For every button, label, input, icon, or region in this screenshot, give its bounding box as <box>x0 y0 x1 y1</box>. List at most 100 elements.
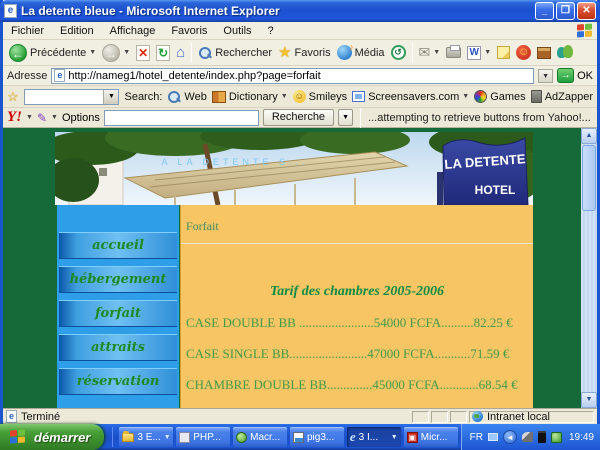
network-tray-icon[interactable] <box>521 432 533 442</box>
research-button[interactable] <box>534 41 554 65</box>
companion-separator <box>360 107 362 128</box>
title-bar[interactable]: e La detente bleue - Microsoft Internet … <box>0 0 600 22</box>
task-button-image[interactable]: pig3... <box>289 427 344 447</box>
companion-search-input[interactable] <box>103 109 259 126</box>
hide-icons-chevron[interactable]: ◄ <box>502 430 517 444</box>
display-tray-icon[interactable] <box>487 433 498 441</box>
status-panel <box>412 410 429 423</box>
address-dropdown-icon[interactable]: ▼ <box>538 68 554 83</box>
address-bar: Adresse e http://nameg1/hotel_detente/in… <box>3 66 597 86</box>
back-dropdown-icon[interactable]: ▼ <box>89 49 96 56</box>
web-search-icon <box>167 90 181 104</box>
bookmark-star-icon[interactable]: ☆ <box>7 89 19 105</box>
options-dropdown-icon[interactable]: ▼ <box>51 114 58 121</box>
media-button[interactable]: ♪ Média <box>334 41 388 65</box>
antivirus-tray-icon[interactable] <box>550 431 562 443</box>
sidebar-item-attraits[interactable]: attraits <box>59 334 177 361</box>
screensavers-dropdown-icon[interactable]: ▼ <box>462 93 469 100</box>
macromedia-icon <box>236 431 248 443</box>
menu-outils[interactable]: Outils <box>215 22 259 39</box>
search-prefix-label: Search: <box>124 90 163 103</box>
content-divider <box>181 243 533 244</box>
start-button[interactable]: démarrer <box>0 424 105 450</box>
notes-button[interactable] <box>494 41 513 65</box>
task-button-php[interactable]: PHP... <box>176 427 231 447</box>
close-button[interactable]: ✕ <box>577 2 596 20</box>
yahoo-search-input[interactable]: ▼ <box>23 88 120 105</box>
menu-help[interactable]: ? <box>260 22 282 39</box>
device-tray-icon[interactable] <box>537 431 546 443</box>
forward-button[interactable]: → ▼ <box>99 41 133 65</box>
scroll-down-icon[interactable]: ▼ <box>581 392 597 408</box>
mail-icon: ✉ <box>418 44 431 60</box>
sidebar-item-accueil[interactable]: accueil <box>59 232 177 259</box>
task-button-ie-group[interactable]: e 3 I... ▼ <box>346 427 401 447</box>
print-button[interactable] <box>443 41 464 65</box>
pencil-icon[interactable]: ✎ <box>37 111 47 125</box>
yahoo-logo[interactable]: Y! <box>7 109 22 126</box>
taskbar-separator <box>112 427 114 447</box>
sidebar-item-forfait[interactable]: forfait <box>59 300 177 327</box>
yahoo-search-dropdown-icon[interactable]: ▼ <box>103 89 119 104</box>
search-label: Rechercher <box>215 46 273 59</box>
dictionary-icon <box>211 90 226 103</box>
dictionary-dropdown-icon[interactable]: ▼ <box>281 93 288 100</box>
vertical-scrollbar[interactable]: ▲ ▼ <box>581 128 597 408</box>
messenger-button[interactable] <box>554 41 576 65</box>
status-panel <box>450 410 467 423</box>
yahoo-messenger-button[interactable]: ☺ <box>513 41 534 65</box>
address-input[interactable]: e http://nameg1/hotel_detente/index.php?… <box>51 67 535 84</box>
stop-button[interactable]: ✕ <box>133 41 153 65</box>
language-indicator[interactable]: FR <box>470 432 483 443</box>
games-button[interactable]: Games <box>474 90 526 103</box>
search-button[interactable]: Rechercher <box>195 41 275 65</box>
mail-dropdown-icon[interactable]: ▼ <box>433 49 440 56</box>
taskbar-clock[interactable]: 19:49 <box>569 432 594 443</box>
smileys-button[interactable]: ☺ Smileys <box>292 90 347 103</box>
task-label: Macr... <box>250 431 281 443</box>
history-button[interactable]: ↺ <box>388 41 409 65</box>
favorites-star-icon: ★ <box>278 43 292 61</box>
back-button[interactable]: ← Précédente ▼ <box>6 41 99 65</box>
sidebar-item-reservation[interactable]: réservation <box>59 368 177 395</box>
forward-dropdown-icon[interactable]: ▼ <box>123 49 130 56</box>
recherche-button[interactable]: Recherche <box>262 109 335 126</box>
dictionary-button[interactable]: Dictionary ▼ <box>211 90 288 103</box>
go-button[interactable]: → OK <box>557 68 593 83</box>
yahoo-web-button[interactable]: Web <box>167 90 207 104</box>
edit-word-button[interactable]: W ▼ <box>464 41 494 65</box>
adzapper-button[interactable]: AdZapper <box>530 90 593 103</box>
windows-logo-icon <box>577 23 593 38</box>
zone-text: Intranet local <box>487 410 550 423</box>
word-dropdown-icon[interactable]: ▼ <box>484 49 491 56</box>
refresh-button[interactable]: ↻ <box>153 41 173 65</box>
scrollbar-thumb[interactable] <box>582 145 596 211</box>
group-dropdown-icon: ▼ <box>390 433 398 441</box>
stop-icon: ✕ <box>136 44 151 61</box>
image-file-icon <box>292 431 304 443</box>
task-button-microsoft[interactable]: ▣ Micr... <box>403 427 458 447</box>
favorites-button[interactable]: ★ Favoris <box>275 41 334 65</box>
mail-button[interactable]: ✉ ▼ <box>416 41 444 65</box>
menu-edition[interactable]: Edition <box>52 22 102 39</box>
menu-fichier[interactable]: Fichier <box>3 22 52 39</box>
microsoft-app-icon: ▣ <box>406 431 418 443</box>
internet-explorer-icon: e <box>349 429 356 444</box>
messenger-people-icon <box>557 45 574 60</box>
minimize-button[interactable]: _ <box>535 2 554 20</box>
yahoo-logo-dropdown-icon[interactable]: ▼ <box>26 114 33 121</box>
yahoo-messenger-icon: ☺ <box>516 45 532 60</box>
sidebar-item-hebergement[interactable]: hébergement <box>59 266 177 293</box>
menu-affichage[interactable]: Affichage <box>102 22 164 39</box>
scroll-up-icon[interactable]: ▲ <box>581 128 597 144</box>
status-page-icon: e <box>6 410 17 423</box>
menu-favoris[interactable]: Favoris <box>163 22 215 39</box>
maximize-button[interactable]: ❐ <box>556 2 575 20</box>
recherche-dropdown-icon[interactable]: ▼ <box>338 109 354 126</box>
options-label[interactable]: Options <box>62 112 100 124</box>
home-button[interactable]: ⌂ <box>173 41 188 65</box>
task-button-explorer-group[interactable]: 3 E... ▼ <box>119 427 174 447</box>
task-button-macromedia[interactable]: Macr... <box>233 427 287 447</box>
toolbar-separator <box>191 42 193 63</box>
screensavers-button[interactable]: Screensavers.com ▼ <box>352 91 469 103</box>
